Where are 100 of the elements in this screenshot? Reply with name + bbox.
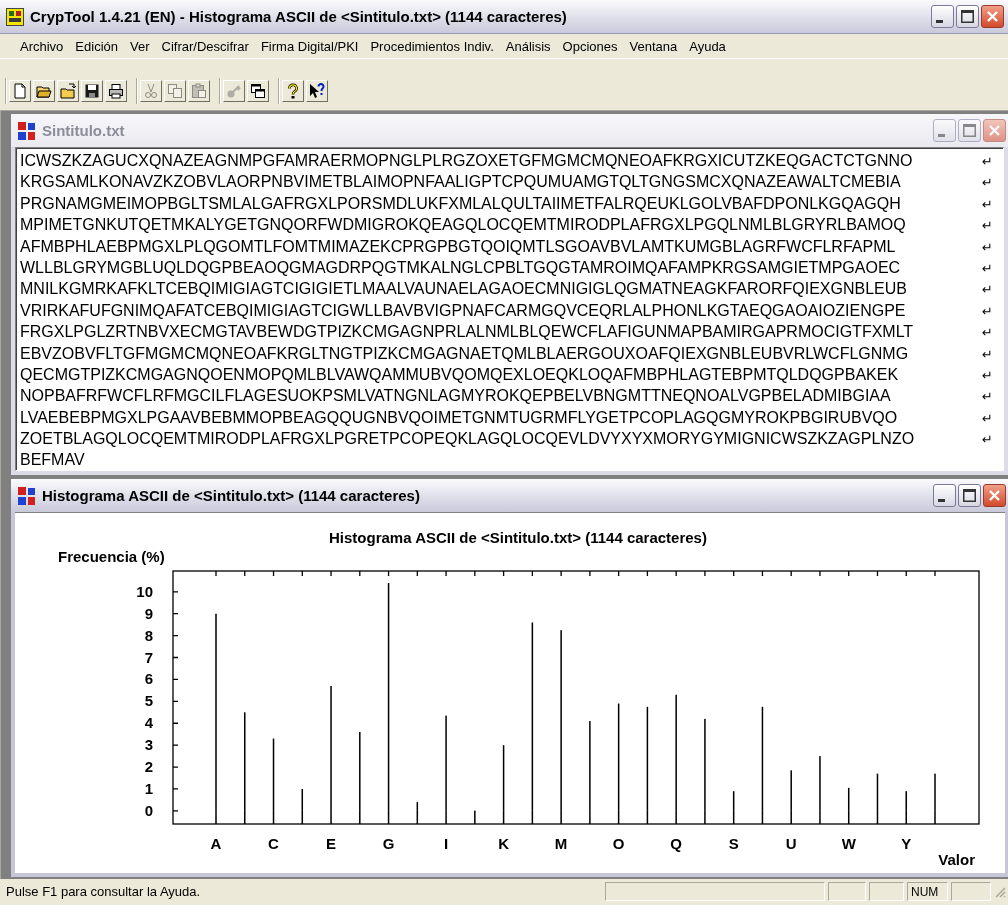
line-break-mark: ↵	[982, 303, 993, 319]
y-tick-label: 3	[144, 736, 153, 754]
line-break-mark: ↵	[982, 325, 993, 341]
new-file-icon	[12, 83, 28, 99]
close-button[interactable]	[983, 484, 1006, 507]
text-line: MPIMETGNKUTQETMKALYGETGNQORFWDMIGROKQEAGQLOCQEMTMIRODPLAFRGXLPGQLNMLBLGRYRLBAMOQ	[20, 216, 907, 235]
close-icon	[989, 125, 1000, 136]
document-icon	[17, 120, 37, 141]
text-line: ICWSZKZAGUCXQNAZEAGNMPGFAMRAERMOPNGLPLRGZOXETGFMGMCMQNEOAFKRGXICUTZKEQGACTCTGNNO	[20, 152, 914, 170]
menu-item[interactable]: Cifrar/Descifrar	[155, 36, 255, 56]
text-line: AFMBPHLAEBPMGXLPLQGOMTLFOMTMIMAZEKCPRGPBGTQOIQMTLSGOAVBVLAMTKUMGBLAGRFWCFLRFAPML	[20, 237, 897, 256]
line-break-mark: ↵	[982, 218, 993, 234]
x-tick-label: A	[210, 835, 222, 852]
line-break-mark: ↵	[982, 239, 993, 255]
y-axis-label: Frecuencia (%)	[58, 548, 165, 565]
x-tick-label: C	[268, 835, 279, 852]
open-button[interactable]	[33, 80, 55, 102]
maximize-icon	[963, 124, 976, 137]
x-axis-label: Valor	[938, 851, 975, 868]
text-line: QECMGTPIZKCMGAGNQOENMOPQMLBLVAWQAMMUBVQOMQEXLOEQKLOQAFMBPHLAGTEBPMTQLDQGPBAKEK	[20, 365, 900, 384]
y-tick-label: 0	[144, 801, 153, 819]
text-line: EBVZOBVFLTGFMGMCMQNEOAFKRGLTNGTPIZKCMGAGNAETQMLBLAERGOUXOAFQIEXGNBLEUBVRLWCFLGNMG	[20, 344, 910, 363]
x-tick-label: G	[382, 835, 395, 852]
text-line: LVAEBEBPMGXLPGAAVBEBMMOPBEAGQQUGNBVQOIMETGNMTUGRMFLYGETPCOPLAGQGMYROKPBGIRUBVQO	[20, 408, 899, 427]
text-line: FRGXLPGLZRTNBVXECMGTAVBEWDGTPIZKCMGAGNPRLALNMLBLQEWCFLAFIGUNMAPBAMIRGAPRMOCIGTFXMLT	[20, 323, 915, 342]
text-line: WLLBLGRYMGBLUQLDQGPBEAOQGMAGDRPQGTMKALNGLCPBLTGQGTAMROIMQAFAMPKRGSAMGIETMPGAOEC	[20, 258, 902, 277]
status-panel	[828, 882, 866, 901]
line-break-mark: ↵	[982, 432, 993, 448]
save-button[interactable]	[81, 80, 103, 102]
menu-item[interactable]: Edición	[69, 36, 124, 56]
menu-item[interactable]: Análisis	[499, 36, 557, 56]
pointer-question-icon	[309, 83, 325, 99]
y-tick-label: 9	[144, 604, 153, 622]
line-break-mark: ↵	[982, 196, 993, 212]
y-tick-label: 7	[144, 648, 153, 666]
line-break-mark: ↵	[982, 175, 993, 191]
windows-icon	[250, 83, 266, 99]
status-panel	[869, 882, 904, 901]
maximize-button[interactable]	[958, 484, 981, 507]
minimize-icon	[936, 20, 943, 23]
text-line: NOPBAFRFWCFLRFMGCILFLAGESUOKPSMLVATNGNLAGMYROKQEPBELVBNGMTTNEQNOALVGPBELADMIBGIAA	[20, 387, 892, 406]
text-line: PRGNAMGMEIMOPBGLTSMLALGAFRGXLPORSMDLUKFXMLALQULTAIIMETFALRQEUKLGOLVBAFDPONLKGQAGQH	[20, 194, 902, 213]
x-tick-label: Y	[901, 835, 912, 852]
y-tick-label: 5	[144, 692, 153, 710]
question-mark-icon	[285, 83, 301, 99]
line-break-mark: ↵	[982, 367, 993, 383]
document-title: Sintitulo.txt	[42, 122, 126, 139]
menu-item[interactable]: Archivo	[14, 36, 70, 56]
line-break-mark: ↵	[982, 282, 993, 298]
x-tick-label: K	[498, 835, 509, 852]
x-tick-label: S	[728, 835, 739, 852]
line-break-mark: ↵	[982, 346, 993, 362]
key-icon	[226, 83, 242, 99]
app-icon	[6, 7, 24, 26]
y-tick-label: 2	[144, 758, 153, 776]
document-title: Histograma ASCII de <Sintitulo.txt> (1144 caracteres)	[42, 487, 421, 504]
menu-item[interactable]: Ayuda	[683, 36, 732, 56]
line-break-mark: ↵	[982, 154, 993, 169]
folder-button[interactable]	[57, 80, 79, 102]
minimize-button[interactable]	[933, 484, 956, 507]
y-tick-label: 1	[144, 779, 153, 797]
menu-item[interactable]: Firma Digital/PKI	[254, 36, 365, 56]
windows-button[interactable]	[247, 80, 269, 102]
text-line: BEFMAV	[20, 451, 86, 470]
y-tick-label: 8	[144, 626, 153, 644]
minimize-icon	[938, 499, 945, 502]
minimize-button[interactable]	[931, 5, 954, 28]
status-message: Pulse F1 para consultar la Ayuda.	[6, 884, 202, 899]
close-icon	[989, 490, 1000, 501]
copy-icon	[167, 83, 183, 99]
x-tick-label: U	[785, 835, 797, 852]
close-icon	[987, 11, 998, 22]
printer-icon	[108, 83, 124, 99]
context-help-button[interactable]	[306, 80, 328, 102]
menu-item[interactable]: Ventana	[623, 36, 684, 56]
num-lock-indicator: NUM	[907, 882, 948, 901]
window-title: CrypTool 1.4.21 (EN) - Histograma ASCII de <Sintitulo.txt> (1144 caracteres)	[30, 8, 568, 25]
help-button[interactable]	[282, 80, 304, 102]
clipboard-icon	[191, 83, 207, 99]
text-line: MNILKGMRKAFKLTCEBQIMIGIAGTCIGIGIETLMAALVAUNAELAGAOECMNIGIGLQGMATNEAGKFARORFQIEXGNBLEUB	[20, 280, 908, 299]
line-break-mark: ↵	[982, 410, 993, 426]
text-line: KRGSAMLKONAVZKZOBVLAORPNBVIMETBLAIMOPNFAALIGPTCPQUMUAMGTQLTGNGSMCXQNAZEAWALTCMEBIA	[20, 173, 902, 192]
line-break-mark: ↵	[982, 260, 993, 276]
line-break-mark: ↵	[982, 389, 993, 405]
new-button[interactable]	[9, 80, 31, 102]
document-icon	[17, 485, 37, 506]
resize-grip-icon	[994, 885, 1006, 898]
menu-item[interactable]: Procedimientos Indiv.	[364, 36, 500, 56]
menu-item[interactable]: Ver	[124, 36, 156, 56]
chart-title: Histograma ASCII de <Sintitulo.txt> (1144 caracteres)	[329, 529, 707, 546]
scissors-icon	[143, 83, 159, 99]
x-tick-label: W	[841, 835, 856, 852]
maximize-button[interactable]	[956, 5, 979, 28]
print-button[interactable]	[105, 80, 127, 102]
menu-item[interactable]: Opciones	[556, 36, 624, 56]
close-button[interactable]	[981, 5, 1004, 28]
text-line: VRIRKAFUFGNIMQAFATCEBQIMIGIAGTCIGWLLBAVBVIGPNAFCARMGQVCEQRLALPHONLKGTAEQGAOAIOZIENGPE	[20, 301, 907, 320]
x-tick-label: I	[444, 835, 449, 852]
maximize-icon	[963, 489, 976, 502]
minimize-icon	[938, 134, 945, 137]
